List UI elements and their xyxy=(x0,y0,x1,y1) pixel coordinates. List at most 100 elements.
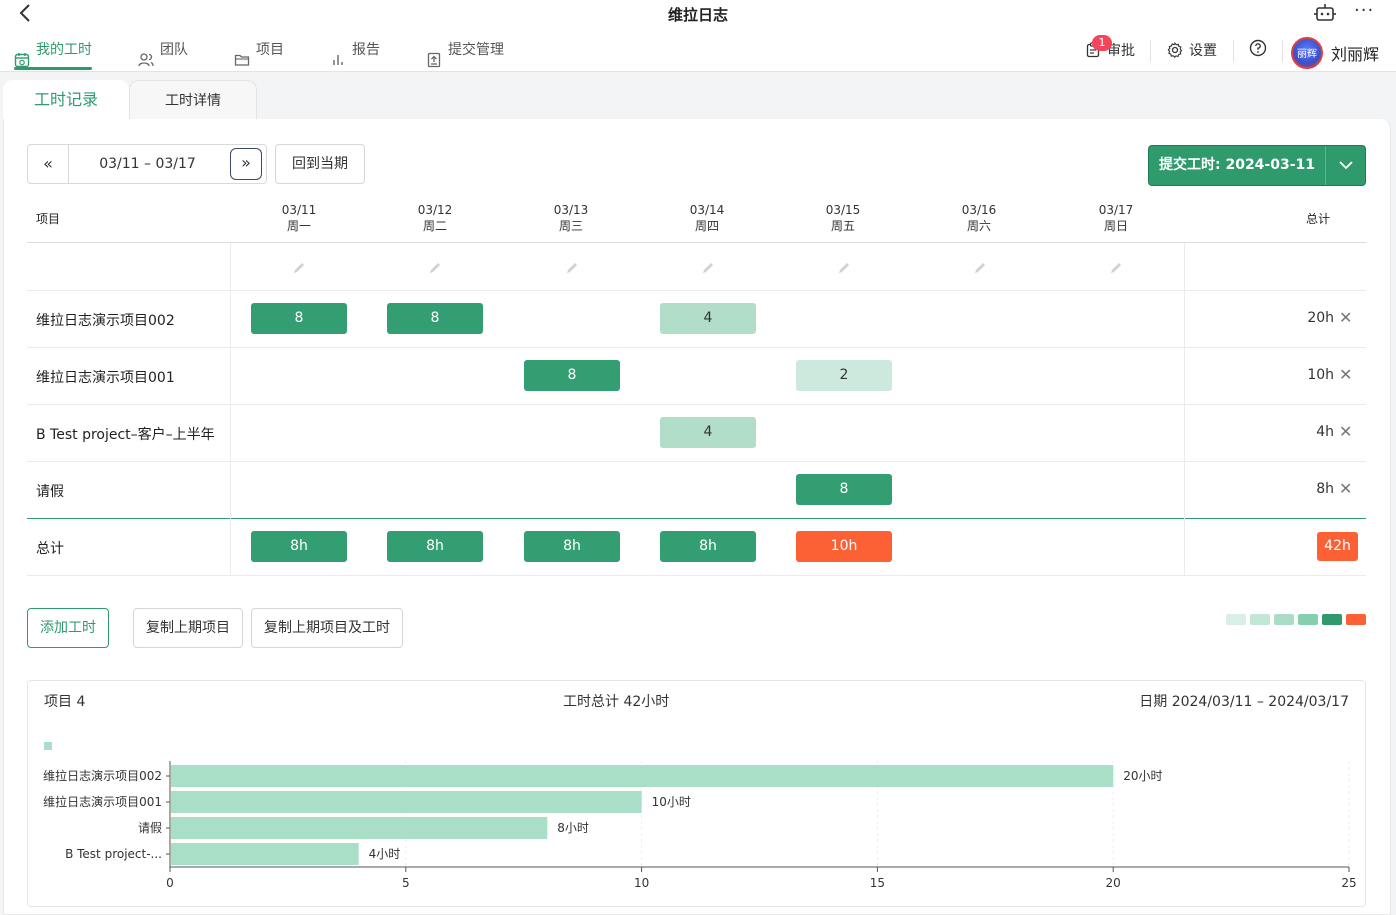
day-date: 03/13 xyxy=(553,203,589,217)
upload-doc-icon xyxy=(426,42,442,68)
day-weekday: 周二 xyxy=(422,219,447,233)
edit-pencil-icon[interactable] xyxy=(701,260,715,274)
day-date: 03/16 xyxy=(961,203,997,217)
project-column-header: 项目 xyxy=(36,212,61,226)
avatar[interactable]: 丽辉 xyxy=(1291,37,1323,69)
day-date: 03/12 xyxy=(417,203,453,217)
settings-button[interactable]: 设置 xyxy=(1167,28,1217,72)
nav-item-team[interactable]: 团队 xyxy=(138,28,188,72)
gear-icon xyxy=(1167,42,1183,58)
hour-cell[interactable]: 2 xyxy=(796,360,892,391)
nav-label: 报告 xyxy=(352,42,380,58)
legend-swatch xyxy=(1346,614,1366,625)
day-date: 03/11 xyxy=(281,203,317,217)
day-total: 8h xyxy=(524,531,620,562)
legend-swatch xyxy=(1226,614,1246,625)
nav-item-reports[interactable]: 报告 xyxy=(330,28,380,72)
nav-label: 项目 xyxy=(256,42,284,58)
remove-row-icon[interactable]: ✕ xyxy=(1339,308,1352,327)
chart-bar xyxy=(171,765,1114,787)
grid-line xyxy=(230,243,231,575)
edit-pencil-icon[interactable] xyxy=(292,260,306,274)
row-total: 10h xyxy=(1307,367,1334,383)
day-header: 03/17 周日 xyxy=(1066,202,1166,234)
totals-label: 总计 xyxy=(36,541,64,557)
day-header: 03/14 周四 xyxy=(657,202,757,234)
row-total: 8h xyxy=(1316,481,1334,497)
hour-cell[interactable]: 8 xyxy=(251,303,347,334)
day-header: 03/16 周六 xyxy=(929,202,1029,234)
settings-label: 设置 xyxy=(1189,43,1217,59)
edit-pencil-icon[interactable] xyxy=(837,260,851,274)
chart-value-label: 20小时 xyxy=(1123,769,1162,783)
remove-row-icon[interactable]: ✕ xyxy=(1339,365,1352,384)
edit-pencil-icon[interactable] xyxy=(565,260,579,274)
team-icon xyxy=(138,42,154,67)
hour-cell[interactable]: 8 xyxy=(524,360,620,391)
nav-label: 我的工时 xyxy=(36,42,92,58)
tab-hour-records[interactable]: 工时记录 xyxy=(3,80,129,120)
edit-pencil-icon[interactable] xyxy=(1109,260,1123,274)
day-date: 03/15 xyxy=(825,203,861,217)
next-period-button[interactable]: » xyxy=(230,148,262,180)
grid-line xyxy=(27,461,1366,462)
approval-badge: 1 xyxy=(1092,35,1112,51)
hour-cell[interactable]: 4 xyxy=(660,303,756,334)
add-hours-button[interactable]: 添加工时 xyxy=(27,608,109,648)
hour-cell[interactable]: 8 xyxy=(796,474,892,505)
nav-item-projects[interactable]: 项目 xyxy=(234,28,284,72)
legend-swatch xyxy=(1322,614,1342,625)
legend-swatch xyxy=(1250,614,1270,625)
chart-bar xyxy=(171,843,359,865)
day-weekday: 周四 xyxy=(694,219,719,233)
edit-pencil-icon[interactable] xyxy=(428,260,442,274)
nav-divider xyxy=(1150,40,1151,62)
submit-hours-label[interactable]: 提交工时: 2024-03-11 xyxy=(1149,146,1325,185)
nav-label: 提交管理 xyxy=(448,42,504,58)
grid-line xyxy=(27,290,1366,291)
hour-cell[interactable]: 4 xyxy=(660,417,756,448)
approval-button[interactable]: 审批 xyxy=(1085,28,1135,72)
chart-tick-label: 0 xyxy=(166,876,174,890)
date-navigator: « 03/11 – 03/17 » xyxy=(27,144,267,184)
project-name: 维拉日志演示项目002 xyxy=(36,313,175,329)
remove-row-icon[interactable]: ✕ xyxy=(1339,422,1352,441)
edit-pencil-icon[interactable] xyxy=(973,260,987,274)
calendar-icon xyxy=(14,42,30,68)
grid-line xyxy=(27,347,1366,348)
legend-swatch xyxy=(1298,614,1318,625)
chart-category-label: 维拉日志演示项目001 xyxy=(43,794,162,809)
totals-divider xyxy=(27,518,1366,519)
day-header: 03/15 周五 xyxy=(793,202,893,234)
robot-icon[interactable] xyxy=(1314,3,1336,23)
tab-hour-details[interactable]: 工时详情 xyxy=(129,80,257,120)
chevron-down-icon[interactable] xyxy=(1326,146,1366,185)
grid-line xyxy=(27,404,1366,405)
more-icon[interactable]: ··· xyxy=(1354,0,1374,21)
chart-bar xyxy=(171,791,642,813)
nav-item-my-hours[interactable]: 我的工时 xyxy=(14,28,92,72)
day-header: 03/11 周一 xyxy=(249,202,349,234)
project-name: 维拉日志演示项目001 xyxy=(36,370,175,386)
nav-bar: 我的工时 团队 项目 报告 提交管理 审批 设置 xyxy=(0,28,1396,72)
submit-hours-button[interactable]: 提交工时: 2024-03-11 xyxy=(1148,145,1366,186)
day-date: 03/17 xyxy=(1098,203,1134,217)
copy-last-projects-hours-button[interactable]: 复制上期项目及工时 xyxy=(251,608,403,648)
help-button[interactable] xyxy=(1249,28,1267,72)
remove-row-icon[interactable]: ✕ xyxy=(1339,479,1352,498)
chart-category-label: B Test project-... xyxy=(65,847,162,861)
chart-value-label: 8小时 xyxy=(557,821,589,835)
grid-line xyxy=(27,242,1366,243)
previous-period-button[interactable]: « xyxy=(28,145,69,183)
date-range-label[interactable]: 03/11 – 03/17 xyxy=(69,145,226,183)
day-header: 03/13 周三 xyxy=(521,202,621,234)
copy-last-projects-button[interactable]: 复制上期项目 xyxy=(133,608,243,648)
username[interactable]: 刘丽辉 xyxy=(1331,41,1379,65)
legend-swatch xyxy=(1274,614,1294,625)
back-to-current-button[interactable]: 回到当期 xyxy=(275,144,365,184)
nav-item-submission[interactable]: 提交管理 xyxy=(426,28,504,72)
chart-category-label: 维拉日志演示项目002 xyxy=(43,768,162,783)
chart-tick-label: 5 xyxy=(402,876,410,890)
day-total: 10h xyxy=(796,531,892,562)
hour-cell[interactable]: 8 xyxy=(387,303,483,334)
